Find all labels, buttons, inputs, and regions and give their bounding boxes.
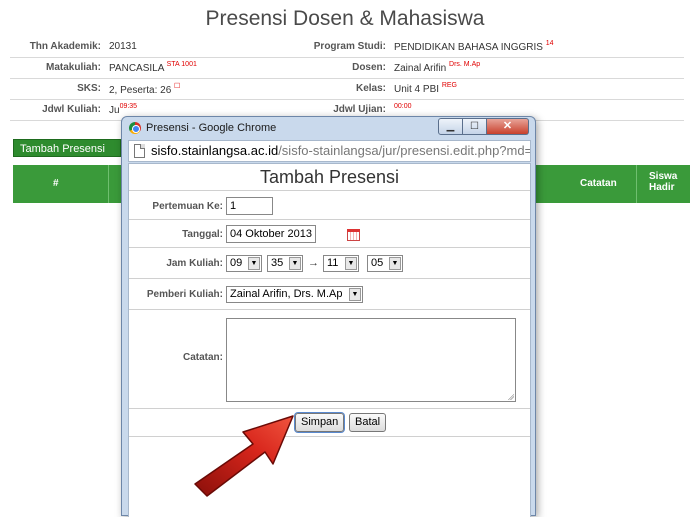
- sks-label: SKS:: [10, 78, 105, 100]
- thn-akademik-label: Thn Akademik:: [10, 36, 105, 58]
- page-title: Presensi Dosen & Mahasiswa: [205, 7, 485, 30]
- kelas-label: Kelas:: [300, 78, 390, 100]
- pemberi-kuliah-select[interactable]: Zainal Arifin, Drs. M.Ap ▼: [226, 286, 363, 303]
- chevron-down-icon: ▼: [345, 257, 357, 270]
- col-header-siswa-hadir: Siswa Hadir: [649, 171, 678, 193]
- close-button[interactable]: ✕: [487, 118, 529, 135]
- pertemuan-input[interactable]: 1: [226, 197, 273, 215]
- address-bar[interactable]: sisfo.stainlangsa.ac.id/sisfo-stainlangs…: [128, 140, 531, 162]
- calendar-icon[interactable]: [347, 229, 360, 241]
- jam-end-hour-select[interactable]: 11 ▼: [323, 255, 359, 272]
- program-studi-label: Program Studi:: [300, 36, 390, 58]
- jdwl-kuliah-time: 09:35: [119, 103, 138, 110]
- window-title: Presensi - Google Chrome: [146, 122, 277, 134]
- col-header-number: #: [53, 178, 59, 189]
- sks-value: 2, Peserta: 26: [109, 84, 172, 96]
- form-row-tanggal: Tanggal: 04 Oktober 2013: [129, 220, 530, 248]
- chevron-down-icon: ▼: [389, 257, 401, 270]
- maximize-button[interactable]: ☐: [463, 118, 487, 135]
- form-row-pemberi: Pemberi Kuliah: Zainal Arifin, Drs. M.Ap…: [129, 279, 530, 310]
- chevron-down-icon: ▼: [289, 257, 301, 270]
- peserta-icon[interactable]: ☐: [174, 83, 180, 90]
- matakuliah-value: PANCASILA: [109, 63, 164, 74]
- kelas-type: REG: [441, 82, 457, 89]
- chevron-down-icon: ▼: [248, 257, 260, 270]
- catatan-textarea[interactable]: [226, 318, 516, 402]
- info-row: Thn Akademik: 20131 Program Studi: PENDI…: [10, 36, 684, 58]
- time-range-arrow: →: [308, 257, 319, 269]
- program-studi-code: 14: [545, 39, 554, 47]
- url-path: /sisfo-stainlangsa/jur/presensi.edit.php…: [278, 143, 531, 158]
- tanggal-label: Tanggal:: [182, 229, 223, 240]
- info-row: Matakuliah: PANCASILA STA 1001 Dosen: Za…: [10, 57, 684, 79]
- window-titlebar[interactable]: Presensi - Google Chrome ▁ ☐ ✕: [122, 117, 535, 139]
- jam-start-minute-select[interactable]: 35 ▼: [267, 255, 303, 272]
- pertemuan-label: Pertemuan Ke:: [152, 201, 223, 212]
- tambah-presensi-button[interactable]: Tambah Presensi: [13, 139, 121, 157]
- tanggal-input[interactable]: 04 Oktober 2013: [226, 225, 316, 243]
- col-header-catatan: Catatan: [580, 178, 617, 189]
- batal-button[interactable]: Batal: [349, 413, 387, 432]
- page-icon: [134, 144, 145, 158]
- jam-end-minute-select[interactable]: 05 ▼: [367, 255, 403, 272]
- jam-start-hour-select[interactable]: 09 ▼: [226, 255, 262, 272]
- info-row: SKS: 2, Peserta: 26 ☐ Kelas: Unit 4 PBI …: [10, 78, 684, 100]
- red-pointer-arrow: [194, 415, 294, 497]
- chrome-icon: [129, 122, 141, 134]
- course-info-table: Thn Akademik: 20131 Program Studi: PENDI…: [10, 36, 684, 121]
- jdwl-kuliah-value: Ju: [109, 105, 120, 116]
- matakuliah-code: STA 1001: [166, 61, 197, 68]
- dosen-title: Drs. M.Ap: [449, 61, 481, 68]
- url-host: sisfo.stainlangsa.ac.id: [151, 143, 279, 158]
- dosen-value: Zainal Arifin: [394, 63, 447, 74]
- form-title: Tambah Presensi: [129, 164, 530, 191]
- matakuliah-label: Matakuliah:: [10, 57, 105, 79]
- presensi-popup-window: Presensi - Google Chrome ▁ ☐ ✕ sisfo.sta…: [121, 116, 536, 517]
- form-row-jam: Jam Kuliah: 09 ▼ 35 ▼ → 11 ▼ 05 ▼: [129, 248, 530, 279]
- pemberi-kuliah-label: Pemberi Kuliah:: [146, 289, 223, 300]
- thn-akademik-value: 20131: [105, 36, 300, 58]
- column-divider: [636, 165, 637, 203]
- minimize-button[interactable]: ▁: [438, 118, 463, 135]
- catatan-label: Catatan:: [182, 352, 223, 363]
- jdwl-ujian-time: 00:00: [394, 103, 412, 110]
- kelas-value: Unit 4 PBI: [394, 84, 440, 95]
- chevron-down-icon: ▼: [349, 288, 361, 301]
- dosen-label: Dosen:: [300, 57, 390, 79]
- jam-kuliah-label: Jam Kuliah:: [166, 258, 223, 269]
- form-row-pertemuan: Pertemuan Ke: 1: [129, 192, 530, 220]
- program-studi-value: PENDIDIKAN BAHASA INGGRIS: [394, 41, 543, 53]
- jdwl-kuliah-label: Jdwl Kuliah:: [10, 99, 105, 121]
- column-divider: [108, 165, 109, 203]
